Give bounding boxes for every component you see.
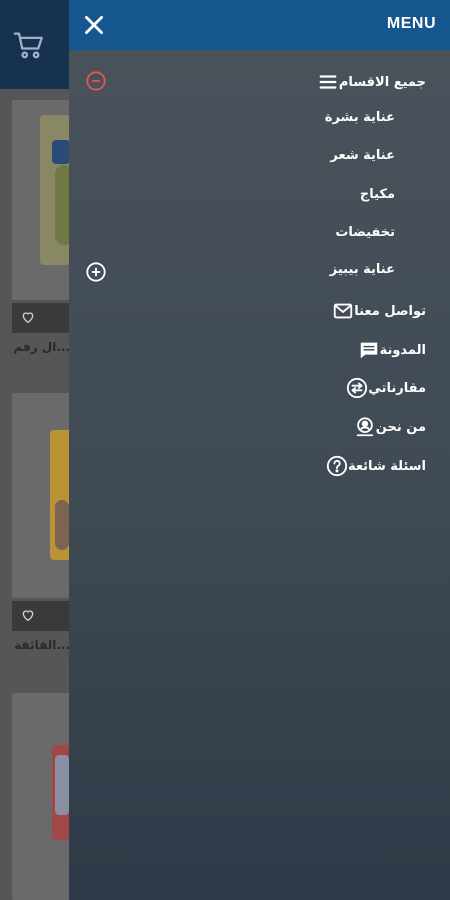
about-user-icon (354, 416, 376, 438)
product-image-detail (55, 755, 69, 815)
menu-item-faq[interactable]: اسئلة شائعة (316, 453, 426, 479)
heart-icon[interactable] (20, 309, 36, 325)
menu-item-label: تواصل معنا (354, 303, 426, 319)
product-image-detail (55, 500, 69, 550)
product-title[interactable]: ...ال رقم (14, 340, 70, 354)
menu-item-blog[interactable]: المدونة (348, 337, 426, 363)
subcategory-makeup[interactable]: مكياج (360, 187, 395, 211)
drawer-header: MENU (69, 0, 450, 50)
close-icon[interactable] (81, 12, 107, 38)
menu-item-contact-us[interactable]: تواصل معنا (322, 298, 426, 324)
menu-item-label: جميع الاقسام (338, 74, 426, 90)
product-image-label (52, 140, 70, 164)
collapse-minus-icon[interactable] (85, 70, 107, 92)
compare-arrows-icon (346, 377, 368, 399)
product-title[interactable]: ...الفائقة (14, 638, 70, 652)
heart-icon[interactable] (20, 607, 36, 623)
help-circle-icon (326, 455, 348, 477)
menu-item-about-us[interactable]: من نحن (344, 414, 426, 440)
menu-item-label: المدونة (379, 342, 426, 358)
menu-item-label: من نحن (375, 419, 426, 435)
subcategory-skin-care[interactable]: عناية بشرة (325, 110, 395, 134)
cart-icon[interactable] (12, 28, 46, 62)
chat-bubble-icon (358, 339, 380, 361)
wishlist-bar[interactable] (12, 303, 72, 333)
hamburger-icon (317, 71, 339, 93)
navigation-drawer: MENU جميع الاقسام عناية بشرة عناية شعر م… (69, 0, 450, 900)
menu-item-label: اسئلة شائعة (347, 458, 426, 474)
menu-title: MENU (386, 15, 436, 32)
subcategory-baby-care[interactable]: عناية بيبيز (330, 262, 395, 286)
expand-plus-icon[interactable] (85, 261, 107, 283)
menu-item-label: مقارناتي (368, 380, 426, 396)
envelope-icon (332, 300, 354, 322)
menu-item-all-categories[interactable]: جميع الاقسام (307, 69, 426, 95)
subcategory-hair-care[interactable]: عناية شعر (330, 148, 395, 172)
menu-item-comparisons[interactable]: مقارناتي (336, 375, 426, 401)
subcategory-discounts[interactable]: تخفيضات (335, 225, 395, 249)
wishlist-bar[interactable] (12, 601, 72, 631)
